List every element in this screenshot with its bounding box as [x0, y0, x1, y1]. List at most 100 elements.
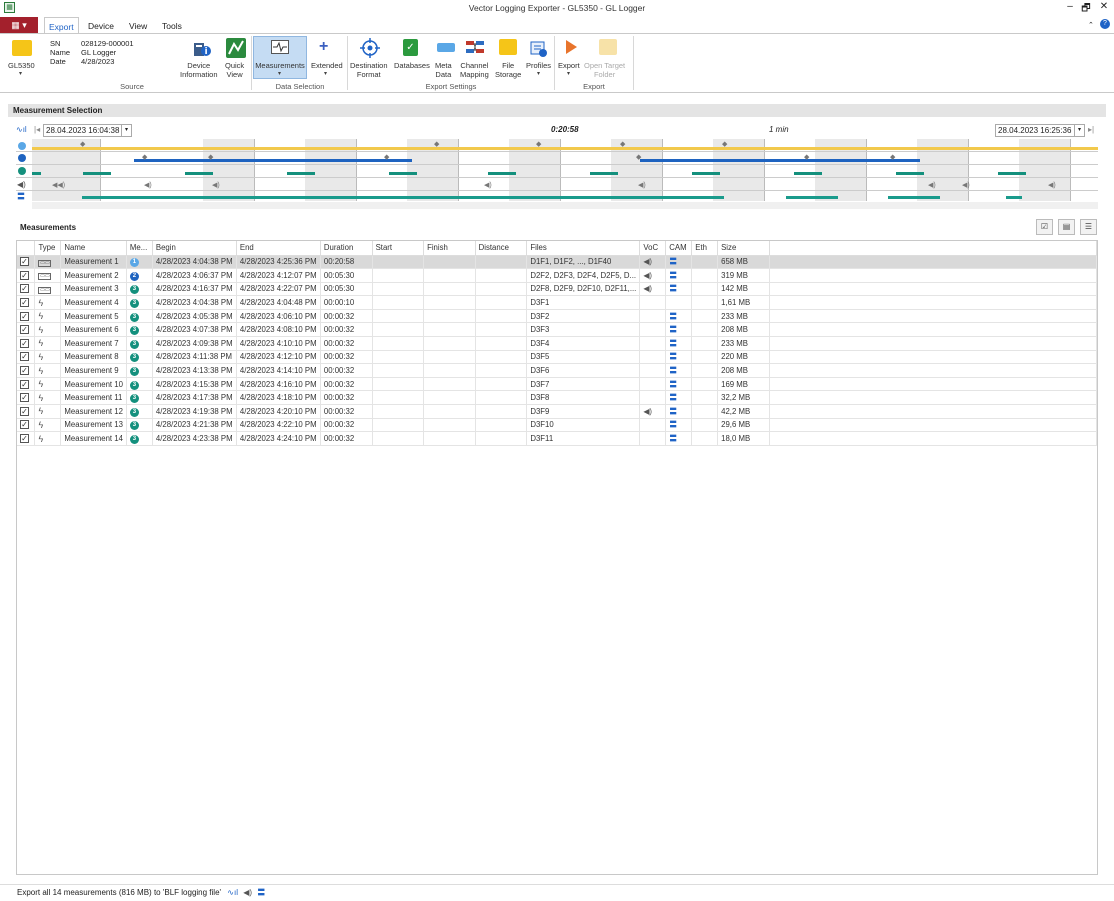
tab-export[interactable]: Export	[44, 17, 79, 34]
table-row[interactable]: ✓ ϟ Measurement 6 3 4/28/2023 4:07:38 PM 4/28…	[17, 322, 1098, 338]
table-row[interactable]: ✓ ϟ Measurement 12 3 4/28/2023 4:19:38 PM 4/2…	[17, 404, 1098, 419]
table-row[interactable]: ✓ ϟ Measurement 13 3 4/28/2023 4:21:38 PM 4/2…	[17, 418, 1098, 433]
table-row[interactable]: ✓ ϟ Measurement 4 3 4/28/2023 4:04:38 PM 4/28…	[17, 295, 1098, 310]
restore-button[interactable]: 🗗	[1078, 1, 1094, 18]
file-storage-button[interactable]: File Storage	[495, 61, 521, 79]
profiles-button[interactable]: Profiles	[526, 61, 551, 70]
row-checkbox[interactable]: ✓	[20, 352, 29, 362]
table-row[interactable]: ✓ ϟ Measurement 14 3 4/28/2023 4:23:38 PM 4/2…	[17, 431, 1098, 446]
quick-view-button[interactable]: Quick View	[225, 61, 244, 79]
column-header-check[interactable]	[17, 241, 36, 256]
row-eth	[691, 377, 719, 392]
device-selector-label[interactable]: GL5350	[8, 61, 35, 70]
channel-mapping-icon[interactable]	[465, 38, 485, 60]
table-row[interactable]: ✓ ▭▭ Measurement 2 2 4/28/2023 4:06:37 PM 4/2…	[17, 268, 1098, 283]
minimize-button[interactable]: –	[1062, 1, 1078, 12]
column-header-size[interactable]: Size	[717, 241, 770, 256]
row-checkbox[interactable]: ✓	[20, 284, 29, 294]
row-checkbox[interactable]: ✓	[20, 393, 29, 403]
timeline-canvas[interactable]: ◀) 〓 ◆ ◆ ◆ ◆ ◆ ◆ ◆ ◆ ◆ ◆ ◆ ◀◀) ◀) ◀) ◀) ◀) ◀) ◀) ◀)	[16, 139, 1098, 209]
column-header-cam[interactable]: CAM	[665, 241, 693, 256]
collapse-ribbon-icon[interactable]: ⌃	[1088, 21, 1094, 29]
check-all-button[interactable]: ☑	[1036, 219, 1053, 235]
destination-format-icon[interactable]	[360, 38, 380, 60]
row-checkbox[interactable]: ✓	[20, 338, 29, 348]
column-header-type[interactable]: Type	[34, 241, 62, 256]
column-header-measurement[interactable]: Me...	[126, 241, 153, 256]
measurements-dropdown-icon[interactable]: ▾	[278, 70, 281, 77]
end-date-dropdown-icon[interactable]: ▾	[1074, 125, 1084, 136]
column-header-finish[interactable]: Finish	[423, 241, 476, 256]
meta-data-button[interactable]: Meta Data	[435, 61, 452, 79]
table-row[interactable]: ✓ ϟ Measurement 11 3 4/28/2023 4:17:38 PM 4/2…	[17, 390, 1098, 406]
row-begin: 4/28/2023 4:09:38 PM	[152, 336, 237, 351]
column-header-eth[interactable]: Eth	[691, 241, 719, 256]
profiles-dropdown-icon[interactable]: ▾	[537, 70, 540, 77]
row-size: 42,2 MB	[717, 404, 770, 419]
row-checkbox[interactable]: ✓	[20, 325, 29, 335]
columns-button[interactable]: ☰	[1080, 219, 1097, 235]
tab-tools[interactable]: Tools	[158, 17, 186, 34]
last-icon[interactable]: ▸|	[1088, 125, 1094, 134]
extended-plus-icon[interactable]: +	[319, 38, 328, 56]
close-button[interactable]: ✕	[1096, 1, 1112, 12]
destination-format-button[interactable]: Destination Format	[350, 61, 388, 79]
table-row[interactable]: ✓ ϟ Measurement 10 3 4/28/2023 4:15:38 PM 4/2…	[17, 377, 1098, 392]
column-header-end[interactable]: End	[236, 241, 321, 256]
column-header-duration[interactable]: Duration	[320, 241, 373, 256]
column-header-distance[interactable]: Distance	[475, 241, 528, 256]
help-icon[interactable]: ?	[1100, 19, 1110, 29]
end-date-picker[interactable]: 28.04.2023 16:25:36 ▾	[995, 124, 1085, 137]
extended-dropdown-icon[interactable]: ▾	[324, 70, 327, 77]
channel-mapping-button[interactable]: Channel Mapping	[460, 61, 489, 79]
profiles-icon[interactable]	[528, 38, 548, 60]
export-dropdown-icon[interactable]: ▾	[567, 70, 570, 77]
row-checkbox[interactable]: ✓	[20, 257, 29, 267]
table-row[interactable]: ✓ ϟ Measurement 5 3 4/28/2023 4:05:38 PM 4/28…	[17, 309, 1098, 324]
column-header-begin[interactable]: Begin	[152, 241, 237, 256]
row-checkbox[interactable]: ✓	[20, 298, 29, 308]
start-date-dropdown-icon[interactable]: ▾	[121, 125, 131, 136]
column-header-name[interactable]: Name	[60, 241, 127, 256]
meta-data-icon[interactable]	[437, 43, 455, 52]
folder-icon[interactable]	[12, 40, 32, 56]
quick-view-icon[interactable]	[226, 38, 246, 58]
row-checkbox[interactable]: ✓	[20, 379, 29, 389]
device-information-icon[interactable]	[193, 40, 211, 60]
row-checkbox[interactable]: ✓	[20, 420, 29, 430]
table-row[interactable]: ✓ ϟ Measurement 8 3 4/28/2023 4:11:38 PM 4/28…	[17, 350, 1098, 365]
table-row[interactable]: ✓ ▭▭ Measurement 3 3 4/28/2023 4:16:37 PM 4/2…	[17, 282, 1098, 297]
row-checkbox[interactable]: ✓	[20, 270, 29, 280]
row-checkbox[interactable]: ✓	[20, 406, 29, 416]
export-button[interactable]: Export	[558, 61, 580, 70]
device-dropdown-icon[interactable]: ▾	[19, 70, 22, 77]
logger-box-icon: ▭▭	[38, 259, 52, 267]
timeline[interactable]: ◀) 〓 ◆ ◆ ◆ ◆ ◆ ◆ ◆ ◆ ◆ ◆ ◆ ◀◀) ◀) ◀) ◀) ◀) ◀) ◀) ◀)	[16, 139, 1098, 211]
table-row[interactable]: ✓ ϟ Measurement 9 3 4/28/2023 4:13:38 PM 4/28…	[17, 363, 1098, 378]
column-header-filler	[769, 241, 1098, 256]
row-filler	[769, 268, 1098, 283]
table-row[interactable]: ✓ ϟ Measurement 7 3 4/28/2023 4:09:38 PM 4/28…	[17, 336, 1098, 351]
tab-view[interactable]: View	[125, 17, 151, 34]
column-header-start[interactable]: Start	[372, 241, 425, 256]
row-end: 4/28/2023 4:25:36 PM	[236, 255, 321, 270]
export-play-icon[interactable]	[563, 38, 579, 58]
databases-button[interactable]: Databases	[394, 61, 430, 70]
row-finish	[423, 377, 476, 392]
file-storage-icon[interactable]	[499, 39, 517, 55]
column-header-voc[interactable]: VoC	[639, 241, 667, 256]
start-date-picker[interactable]: 28.04.2023 16:04:38 ▾	[43, 124, 132, 137]
extended-button[interactable]: Extended	[311, 61, 343, 70]
first-icon[interactable]: |◂	[34, 125, 40, 134]
databases-icon[interactable]: ✓	[403, 39, 418, 56]
file-menu-button[interactable]: ▦ ▾	[0, 17, 38, 34]
row-checkbox[interactable]: ✓	[20, 366, 29, 376]
column-header-files[interactable]: Files	[526, 241, 641, 256]
row-eth	[691, 309, 719, 324]
device-information-button[interactable]: Device Information	[180, 61, 218, 79]
table-row[interactable]: ✓ ▭▭ Measurement 1 1 4/28/2023 4:04:38 PM 4/2…	[17, 255, 1098, 270]
tab-device[interactable]: Device	[84, 17, 118, 34]
row-checkbox[interactable]: ✓	[20, 311, 29, 321]
row-checkbox[interactable]: ✓	[20, 434, 29, 444]
filter-button[interactable]: ▤	[1058, 219, 1075, 235]
